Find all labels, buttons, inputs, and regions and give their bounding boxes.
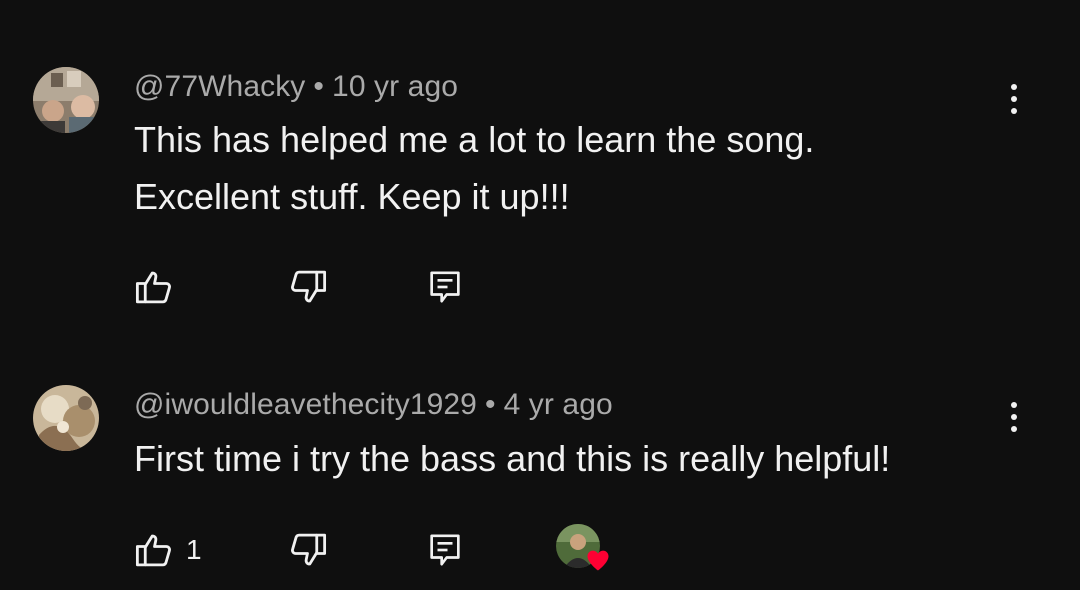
creator-heart-badge	[556, 524, 616, 580]
dislike-button[interactable]	[284, 526, 332, 574]
comment: @77Whacky • 10 yr ago This has helped me a…	[0, 0, 1080, 330]
more-vert-icon	[1011, 84, 1017, 90]
thumbs-down-icon	[291, 533, 327, 566]
thumbs-down-icon	[291, 270, 327, 303]
like-count: 1	[186, 534, 202, 565]
like-button[interactable]	[130, 263, 178, 311]
comment-text-line: Excellent stuff. Keep it up!!!	[134, 176, 570, 217]
comment-text: This has helped me a lot to learn the so…	[134, 111, 994, 225]
comment-text-line: This has helped me a lot to learn the so…	[134, 119, 815, 160]
reply-button[interactable]	[421, 526, 469, 574]
comment-actions: 1	[0, 520, 1080, 580]
more-options-button[interactable]	[996, 74, 1032, 124]
separator: •	[313, 70, 325, 103]
author-handle[interactable]: @77Whacky	[134, 70, 305, 103]
more-vert-icon	[1011, 402, 1017, 408]
comment-actions	[0, 257, 1080, 317]
reply-icon	[430, 534, 460, 566]
thumbs-up-icon	[135, 271, 171, 304]
comment: @iwouldleavethecity1929 • 4 yr ago First t…	[0, 330, 1080, 590]
more-vert-icon-dot	[1011, 108, 1017, 114]
like-button[interactable]	[130, 526, 178, 574]
more-vert-icon-dot	[1011, 414, 1017, 420]
comment-header: @iwouldleavethecity1929 • 4 yr ago	[134, 388, 613, 422]
author-handle[interactable]: @iwouldleavethecity1929	[134, 388, 477, 421]
reply-button[interactable]	[421, 263, 469, 311]
thumbs-up-icon	[135, 534, 171, 567]
avatar[interactable]	[33, 67, 99, 133]
reply-icon	[430, 271, 460, 303]
avatar[interactable]	[33, 385, 99, 451]
more-vert-icon-dot	[1011, 426, 1017, 432]
comment-header: @77Whacky • 10 yr ago	[134, 70, 458, 104]
separator: •	[484, 388, 496, 421]
comment-age: 4 yr ago	[503, 388, 613, 421]
comment-age: 10 yr ago	[332, 70, 459, 103]
more-vert-icon-dot	[1011, 96, 1017, 102]
heart-icon	[587, 550, 609, 571]
comment-text: First time i try the bass and this is re…	[134, 430, 994, 487]
comment-text-line: First time i try the bass and this is re…	[134, 438, 891, 479]
more-options-button[interactable]	[996, 392, 1032, 442]
dislike-button[interactable]	[284, 263, 332, 311]
